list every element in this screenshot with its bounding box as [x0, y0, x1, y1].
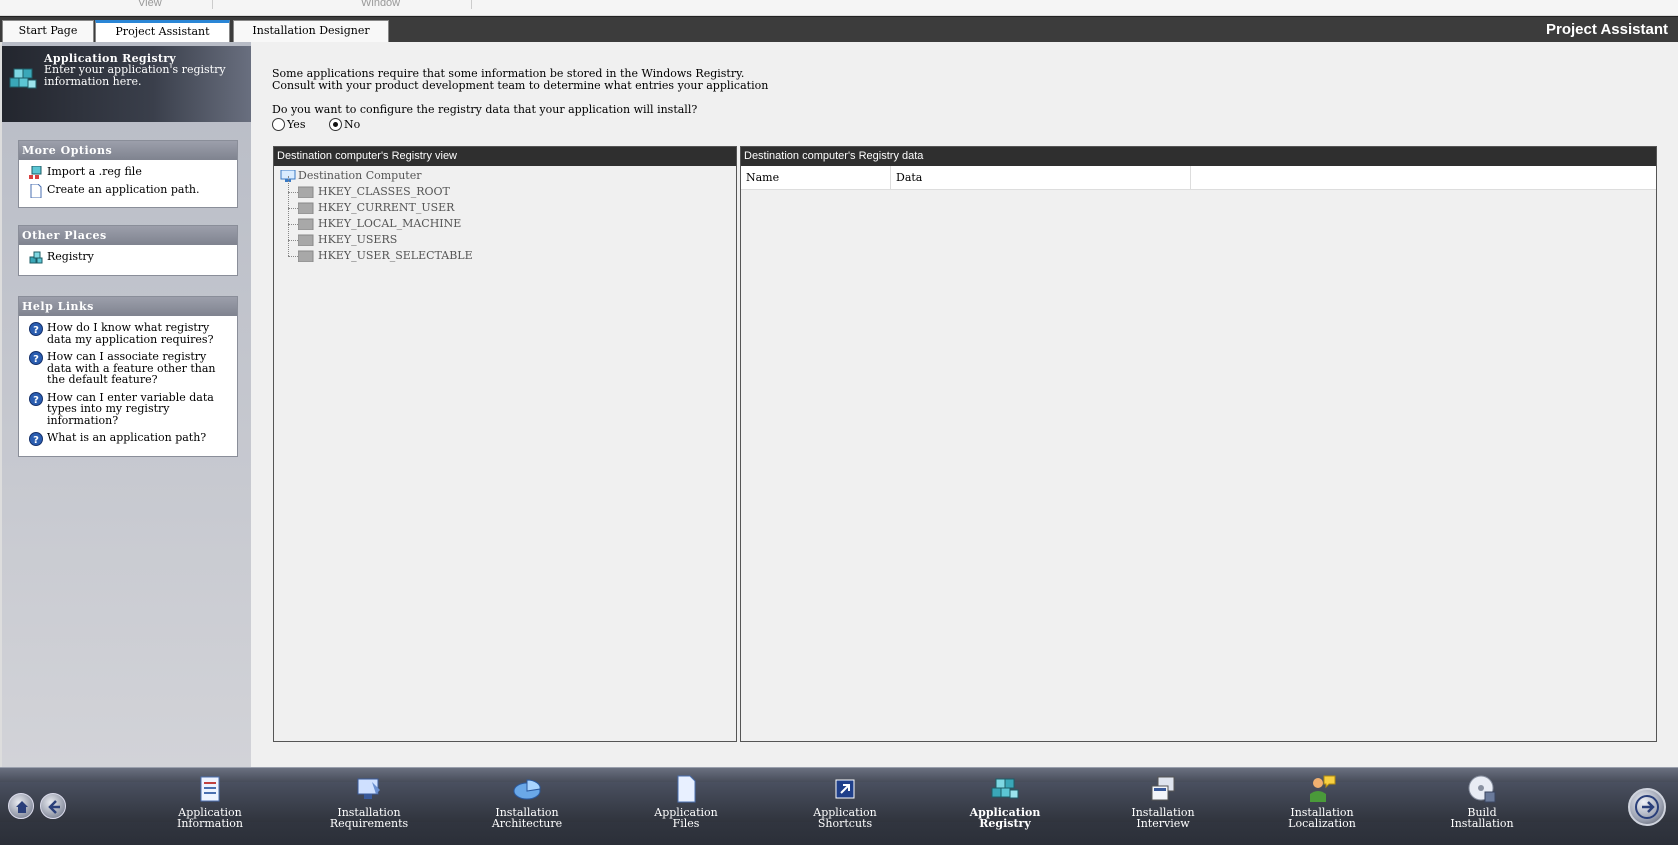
tree-node-hkey[interactable]: HKEY_CURRENT_USER [278, 192, 736, 216]
installation-requirements-icon [357, 778, 380, 799]
menu-separator [471, 0, 472, 9]
menu-window[interactable]: Window [361, 0, 400, 8]
tree-node-hkey[interactable]: HKEY_USERS [278, 224, 736, 248]
step-application-information[interactable]: Application Information [145, 774, 275, 829]
tab-start-page[interactable]: Start Page [2, 20, 94, 43]
step-installation-requirements[interactable]: Installation Requirements [304, 774, 434, 829]
column-header-data[interactable]: Data [891, 166, 1191, 190]
radio-yes[interactable]: Yes [272, 118, 305, 131]
arrow-right-icon [1635, 795, 1659, 819]
help-link[interactable]: ? How can I enter variable data types in… [27, 391, 231, 427]
folder-icon [298, 186, 314, 198]
document-icon [30, 183, 42, 198]
registry-data-pane-title: Destination computer's Registry data [741, 147, 1656, 166]
home-button[interactable] [8, 793, 34, 819]
registry-cubes-icon [991, 778, 1019, 799]
tab-project-assistant[interactable]: Project Assistant [95, 20, 230, 43]
other-places-title: Other Places [19, 226, 237, 245]
wizard-step-bar: Application Information Installation Req… [0, 767, 1678, 845]
help-links-title: Help Links [19, 297, 237, 316]
folder-icon [298, 250, 314, 262]
svg-text:?: ? [33, 395, 39, 406]
help-question-icon: ? [29, 391, 43, 406]
tree-node-hkey[interactable]: HKEY_USER_SELECTABLE [278, 240, 736, 264]
registry-tree-pane-title: Destination computer's Registry view [274, 147, 736, 166]
sidebar: Application Registry Enter your applicat… [0, 42, 253, 767]
next-button[interactable] [1628, 788, 1666, 826]
folder-icon [298, 234, 314, 246]
menu-bar: View Window [0, 0, 1678, 16]
localization-person-icon [1310, 775, 1336, 802]
step-application-files[interactable]: Application Files [621, 774, 751, 829]
step-application-registry[interactable]: Application Registry [940, 774, 1070, 829]
radio-no[interactable]: No [328, 118, 360, 131]
radio-selected-dot [332, 122, 338, 127]
import-reg-file-link[interactable]: Import a .reg file [27, 166, 231, 179]
step-installation-localization[interactable]: Installation Localization [1257, 774, 1387, 829]
other-places-panel: Other Places Registry [18, 225, 238, 276]
registry-link[interactable]: Registry [27, 251, 231, 264]
registry-data-pane: Destination computer's Registry data Nam… [740, 146, 1657, 742]
help-link[interactable]: ? How can I associate registry data with… [27, 351, 231, 386]
svg-text:?: ? [33, 435, 39, 446]
tree-node-hkey[interactable]: HKEY_LOCAL_MACHINE [278, 208, 736, 232]
registry-tree-pane: Destination computer's Registry view Des… [273, 146, 737, 742]
help-link[interactable]: ? How do I know what registry data my ap… [27, 322, 231, 345]
build-disc-icon [1468, 775, 1496, 803]
intro-text-line2: Consult with your product development te… [272, 79, 769, 92]
radio-no-circle[interactable] [328, 118, 342, 131]
menu-view[interactable]: View [138, 0, 162, 8]
back-button[interactable] [40, 793, 66, 819]
document-tab-bar: Start Page Project Assistant Installatio… [0, 16, 1678, 43]
help-links-panel: Help Links ? How do I know what registry… [18, 296, 238, 457]
page-title: Project Assistant [1546, 21, 1668, 38]
create-app-path-link[interactable]: Create an application path. [27, 183, 231, 198]
tree-node-hkey[interactable]: HKEY_CLASSES_ROOT [278, 176, 736, 200]
arrow-left-icon [48, 800, 60, 814]
folder-icon [298, 202, 314, 214]
step-build-installation[interactable]: Build Installation [1417, 774, 1547, 829]
help-question-icon: ? [29, 351, 43, 365]
svg-text:?: ? [33, 354, 39, 365]
home-icon [16, 801, 28, 813]
configure-question: Do you want to configure the registry da… [272, 103, 698, 116]
menu-separator [212, 0, 213, 9]
application-files-icon [677, 775, 696, 803]
configure-radio-group: Yes No [272, 118, 380, 131]
step-installation-architecture[interactable]: Installation Architecture [462, 774, 592, 829]
application-information-icon [200, 776, 220, 802]
registry-icon [29, 251, 43, 264]
registry-cubes-icon [9, 68, 37, 89]
radio-yes-circle[interactable] [272, 118, 285, 131]
more-options-panel: More Options Import a .reg file Create a… [18, 140, 238, 208]
registry-data-grid-header: Name Data [741, 166, 1656, 190]
import-reg-icon [29, 166, 42, 179]
help-link[interactable]: ? What is an application path? [27, 432, 231, 446]
more-options-title: More Options [19, 141, 237, 160]
help-question-icon: ? [29, 322, 43, 336]
sidebar-description: Enter your application's registry inform… [44, 63, 226, 88]
registry-tree: Destination Computer HKEY_CLASSES_ROOT H… [274, 166, 736, 264]
sidebar-header: Application Registry Enter your applicat… [2, 46, 253, 122]
installation-architecture-icon [513, 779, 541, 800]
svg-text:?: ? [33, 325, 39, 336]
step-installation-interview[interactable]: Installation Interview [1098, 774, 1228, 829]
shortcut-icon [835, 779, 855, 799]
tree-root-destination-computer[interactable]: Destination Computer [278, 168, 736, 184]
folder-icon [298, 218, 314, 230]
installation-interview-icon [1151, 776, 1175, 801]
tab-installation-designer[interactable]: Installation Designer [233, 20, 389, 43]
column-header-name[interactable]: Name [741, 166, 891, 190]
main-content: Some applications require that some info… [251, 42, 1678, 767]
help-question-icon: ? [29, 432, 43, 446]
step-application-shortcuts[interactable]: Application Shortcuts [780, 774, 910, 829]
